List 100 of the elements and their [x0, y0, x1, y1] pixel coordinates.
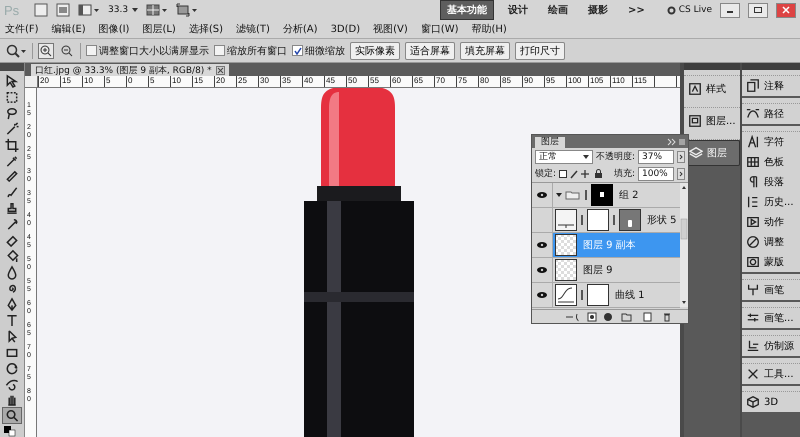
window-layout-icon[interactable]: [78, 3, 100, 17]
zoom-in-icon[interactable]: [38, 42, 54, 58]
zoom-level-dropdown[interactable]: 33.3: [108, 5, 138, 15]
mask-thumbnail: [591, 184, 613, 206]
square-badge-icon[interactable]: [56, 3, 70, 17]
ruler-label: 5: [149, 76, 156, 87]
panel-tab[interactable]: 图层: [535, 137, 565, 148]
chain-link-icon: [583, 189, 589, 201]
ruler-label: 55: [369, 76, 380, 87]
ruler-label: 80: [479, 76, 490, 87]
workspace-tab[interactable]: 绘画: [542, 1, 574, 19]
mask-thumbnail: [587, 209, 609, 231]
transparent-thumbnail: [555, 259, 577, 281]
option-button[interactable]: 填充屏幕: [460, 42, 510, 60]
panel-button[interactable]: 图层...: [684, 108, 740, 134]
cs-live-button[interactable]: CS Live: [666, 5, 712, 15]
ruler-label: 60: [391, 76, 402, 87]
maximize-icon: [753, 6, 763, 14]
layer-name: 图层 9 副本: [583, 238, 636, 252]
layer-row[interactable]: 形状 5: [532, 208, 680, 233]
square-badge-icon[interactable]: [34, 3, 48, 17]
checkbox[interactable]: 调整窗口大小以满屏显示: [86, 44, 209, 58]
more-workspaces-button[interactable]: >>: [622, 2, 651, 18]
menu-item[interactable]: 滤镜(T): [236, 22, 270, 36]
menu-item[interactable]: 窗口(W): [420, 22, 458, 36]
blend-mode-dropdown[interactable]: 正常: [535, 150, 593, 164]
layer-row[interactable]: 图层 9: [532, 258, 680, 283]
ruler-label: 10: [171, 76, 182, 87]
checkmark-icon: [294, 46, 302, 54]
scroll-bar[interactable]: [680, 183, 688, 307]
magnifier-icon[interactable]: [5, 42, 27, 58]
mask-thumbnail: [587, 284, 609, 306]
document-tab[interactable]: 口红.jpg @ 33.3% (图层 9 副本, RGB/8) *: [31, 64, 229, 76]
crossed-tools-icon: [746, 367, 760, 381]
layer-name: 图层 9: [583, 264, 613, 277]
magnifier-icon[interactable]: [3, 408, 21, 424]
history-list-icon: [746, 195, 760, 209]
note-pages-icon: [746, 79, 760, 93]
menu-item[interactable]: 视图(V): [373, 22, 408, 36]
ruler-label: 70: [435, 76, 446, 87]
ruler-label: 95: [545, 76, 556, 87]
ruler-label: 20: [215, 76, 226, 87]
option-button[interactable]: 打印尺寸: [515, 42, 565, 60]
eye-icon[interactable]: [536, 291, 548, 299]
folder-icon[interactable]: [555, 190, 581, 200]
layer-row[interactable]: 组 2: [532, 183, 680, 208]
zoom-out-icon[interactable]: [59, 42, 75, 58]
ruler-label: 10: [83, 76, 94, 87]
menu-item[interactable]: 编辑(E): [52, 22, 86, 36]
ruler-label: 25: [237, 76, 248, 87]
option-button[interactable]: 适合屏幕: [405, 42, 455, 60]
layer-row[interactable]: 曲线 1: [532, 283, 680, 308]
curves-thumbnail: [555, 284, 577, 306]
ruler-label: 35: [281, 76, 292, 87]
cube-icon: [746, 395, 760, 409]
menu-item[interactable]: 3D(D): [330, 24, 360, 34]
brush-stroke-icon: [746, 283, 760, 297]
chain-link-icon: [579, 214, 585, 226]
ruler-label: 115: [633, 76, 648, 87]
checkbox[interactable]: 细微缩放: [292, 44, 345, 58]
panel-header-bar: [0, 63, 24, 71]
clone-source-icon: [746, 339, 760, 353]
chain-link-icon: [611, 214, 617, 226]
menu-item[interactable]: 分析(A): [282, 22, 318, 36]
close-icon[interactable]: [216, 66, 225, 74]
fill-label: 填充:: [614, 168, 635, 180]
close-button[interactable]: [776, 2, 796, 18]
menu-item[interactable]: 帮助(H): [472, 22, 507, 36]
app-logo: Ps: [4, 2, 20, 18]
ruler-label: 105: [589, 76, 604, 87]
option-button[interactable]: 实际像素: [350, 42, 400, 60]
workspace-tab[interactable]: 基本功能: [440, 0, 494, 20]
chain-link-icon: [579, 289, 585, 301]
opacity-field[interactable]: 37%: [638, 150, 674, 164]
menu-item[interactable]: 选择(S): [188, 22, 223, 36]
crop-icon[interactable]: [3, 138, 21, 153]
eye-icon[interactable]: [536, 191, 548, 199]
minimize-button[interactable]: [720, 2, 740, 18]
ruler-label: 15: [61, 76, 72, 87]
ruler-label: 45: [325, 76, 336, 87]
grid-arrange-icon[interactable]: [146, 3, 168, 17]
ruler-label: 40: [303, 76, 314, 87]
fill-field[interactable]: 100%: [638, 166, 674, 180]
maximize-button[interactable]: [748, 2, 768, 18]
play-frame-icon: [746, 215, 760, 229]
ruler-label: 65: [413, 76, 424, 87]
workspace-tab[interactable]: 设计: [502, 1, 534, 19]
ruler-label: 0: [127, 76, 134, 87]
panel-button[interactable]: 样式: [684, 76, 740, 102]
eye-icon[interactable]: [536, 241, 548, 249]
screen-mode-icon[interactable]: [176, 3, 198, 17]
ruler-label: 110: [611, 76, 626, 87]
workspace-tab[interactable]: 摄影: [582, 1, 614, 19]
menu-item[interactable]: 图层(L): [142, 22, 176, 36]
menu-item[interactable]: 文件(F): [5, 22, 39, 36]
menu-item[interactable]: 图像(I): [98, 22, 130, 36]
panel-menu-icon[interactable]: [666, 138, 686, 146]
ruler-label: 75: [457, 76, 468, 87]
eye-icon[interactable]: [536, 266, 548, 274]
checkbox[interactable]: 缩放所有窗口: [214, 44, 287, 58]
